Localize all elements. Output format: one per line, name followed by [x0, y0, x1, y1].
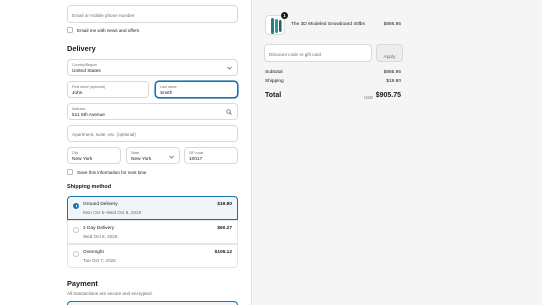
- payment-heading: Payment: [67, 279, 98, 288]
- city-value: New York: [72, 156, 93, 162]
- shipping-option-2day[interactable]: 2 Day Delivery Wed Oct 8, 2025 $60.27: [67, 220, 238, 244]
- shipping-option-name: Overnight: [83, 250, 104, 255]
- state-select[interactable]: State New York: [126, 147, 180, 164]
- shipping-option-ground[interactable]: Ground Delivery Mon Oct 6–Wed Oct 8, 202…: [67, 196, 238, 220]
- snowboard-image: [271, 18, 282, 34]
- chevron-down-icon: [169, 155, 174, 158]
- payment-subtext: All transactions are secure and encrypte…: [67, 291, 153, 296]
- total-label: Total: [265, 92, 282, 99]
- shipping-radio-ground[interactable]: [73, 202, 79, 209]
- zip-value: 10017: [189, 156, 203, 162]
- email-field[interactable]: Email or mobile phone number: [67, 5, 238, 23]
- city-field[interactable]: City New York: [67, 147, 121, 164]
- apartment-field[interactable]: Apartment, suite, etc. (optional): [67, 125, 238, 142]
- news-checkbox[interactable]: [67, 27, 73, 33]
- last-name-label: Last name: [160, 84, 177, 89]
- shipping-value: $19.80: [386, 79, 401, 84]
- chevron-down-icon: [227, 66, 232, 70]
- country-label: Country/Region: [72, 62, 97, 67]
- state-label: State: [131, 150, 140, 155]
- news-checkbox-label: Email me with news and offers: [77, 27, 140, 33]
- first-name-value: John: [72, 90, 83, 96]
- product-name: The 3D Modeled Snowboard 40lbs: [291, 22, 365, 27]
- search-icon: [226, 109, 232, 115]
- zip-label: ZIP code: [189, 150, 204, 155]
- city-label: City: [72, 150, 79, 155]
- shipping-radio-2day[interactable]: [73, 226, 79, 233]
- product-price: $885.95: [383, 22, 401, 27]
- country-value: United States: [72, 68, 101, 74]
- shipping-option-name: Ground Delivery: [83, 202, 118, 207]
- first-name-field[interactable]: First name (optional) John: [67, 81, 149, 98]
- address-label: Address: [72, 106, 86, 111]
- shipping-option-price: $106.12: [214, 250, 232, 255]
- shipping-option-overnight[interactable]: Overnight Tue Oct 7, 2025 $106.12: [67, 244, 238, 268]
- apartment-placeholder: Apartment, suite, etc. (optional): [72, 132, 136, 137]
- shipping-option-price: $60.27: [217, 226, 232, 231]
- quantity-badge: 1: [281, 12, 288, 19]
- shipping-label: Shipping: [265, 79, 284, 84]
- shipping-option-name: 2 Day Delivery: [83, 226, 115, 231]
- total-value: $905.75: [375, 92, 401, 99]
- shipping-method-heading: Shipping method: [67, 184, 112, 190]
- shipping-option-date: Tue Oct 7, 2025: [83, 257, 116, 263]
- currency-code: USD: [364, 94, 373, 100]
- apply-button-label: Apply: [383, 55, 396, 60]
- checkout-form-panel: Email or mobile phone number Email me wi…: [0, 0, 251, 305]
- apply-button[interactable]: Apply: [376, 44, 403, 62]
- address-value: 511 5th Avenue: [72, 112, 105, 118]
- first-name-label: First name (optional): [72, 84, 105, 89]
- state-value: New York: [131, 156, 152, 162]
- address-field[interactable]: Address 511 5th Avenue: [67, 103, 238, 120]
- delivery-heading: Delivery: [67, 44, 96, 53]
- last-name-value: Smith: [160, 90, 173, 96]
- order-summary-panel: 1 The 3D Modeled Snowboard 40lbs $885.95…: [251, 0, 542, 305]
- subtotal-value: $885.95: [383, 70, 401, 75]
- zip-field[interactable]: ZIP code 10017: [184, 147, 238, 164]
- shipping-option-date: Wed Oct 8, 2025: [83, 233, 118, 239]
- save-info-checkbox[interactable]: [67, 169, 73, 175]
- subtotal-label: Subtotal: [265, 70, 283, 75]
- shipping-option-date: Mon Oct 6–Wed Oct 8, 2025: [83, 209, 142, 215]
- discount-code-input[interactable]: Discount code or gift card: [264, 44, 372, 62]
- email-placeholder: Email or mobile phone number: [72, 12, 135, 18]
- last-name-field[interactable]: Last name Smith: [155, 81, 238, 98]
- shipping-option-price: $19.80: [217, 202, 232, 207]
- discount-code-placeholder: Discount code or gift card: [269, 51, 322, 57]
- save-info-label: Save this information for next time: [77, 169, 147, 175]
- country-select[interactable]: Country/Region United States: [67, 59, 238, 76]
- shipping-radio-overnight[interactable]: [73, 250, 79, 257]
- payment-panel[interactable]: [67, 301, 238, 305]
